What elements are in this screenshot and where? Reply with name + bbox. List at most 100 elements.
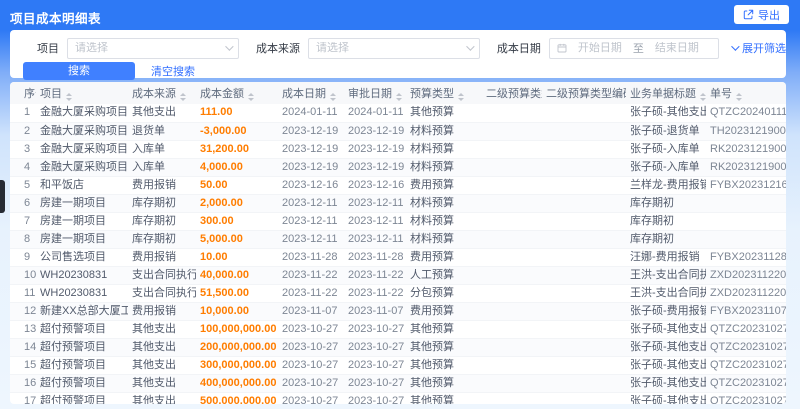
cell-index: 10 — [10, 265, 36, 284]
clear-search-link[interactable]: 清空搜索 — [151, 63, 195, 79]
cost-date-range-picker[interactable]: 至 — [548, 37, 719, 59]
table-row: 4 金融大厦采购项目 入库单 4,000.00 2023-12-19 2023-12-19… — [10, 157, 786, 176]
end-date-input[interactable] — [648, 42, 705, 54]
sort-icon[interactable] — [700, 93, 706, 101]
cell-doc-no: RK20231219003 — [706, 139, 786, 158]
chevron-down-icon — [731, 42, 740, 51]
cell-budget-type: 材料预算 — [406, 211, 482, 230]
sort-icon[interactable] — [248, 93, 254, 101]
sort-icon[interactable] — [458, 93, 464, 101]
column-label: 成本金额 — [200, 88, 244, 100]
column-label: 二级预算类型编码 — [546, 88, 626, 100]
cell-sub-budget-code — [542, 301, 626, 320]
cell-doc-no: FYBX20231128001 — [706, 247, 786, 266]
cell-budget-type: 费用预算 — [406, 301, 482, 320]
cell-project: WH20230831 — [36, 283, 128, 302]
cell-sub-budget-type — [482, 229, 542, 248]
cell-cost-date: 2023-10-27 — [278, 391, 344, 404]
cost-date-filter-label: 成本日期 — [496, 43, 541, 55]
cost-source-select[interactable] — [307, 37, 480, 59]
cell-doc-no — [706, 229, 786, 248]
cell-audit-date: 2023-10-27 — [344, 319, 406, 338]
cell-audit-date: 2023-10-27 — [344, 337, 406, 356]
cell-doc-title: 张子硕-其他支出 — [630, 106, 706, 119]
column-header-cost-amount[interactable]: 成本金额 — [196, 82, 278, 104]
cell-budget-type: 费用预算 — [406, 175, 482, 194]
cell-budget-type: 材料预算 — [406, 229, 482, 248]
column-header-audit-date[interactable]: 审批日期 — [344, 82, 406, 104]
sort-icon[interactable] — [180, 93, 186, 101]
cell-cost-source: 入库单 — [128, 139, 196, 158]
table-row: 15 超付预警项目 其他支出 300,000,000.00 2023-10-27 2023… — [10, 355, 786, 374]
cell-cost-amount: -3,000.00 — [196, 121, 278, 140]
column-header-sub-budget-type[interactable]: 二级预算类型 — [482, 82, 542, 104]
cell-cost-date: 2023-12-11 — [278, 193, 344, 212]
cell-project: 房建一期项目 — [36, 229, 128, 248]
column-header-project[interactable]: 项目 — [36, 82, 128, 104]
start-date-input[interactable] — [571, 42, 628, 54]
cell-sub-budget-type — [482, 211, 542, 230]
column-header-doc-no[interactable]: 单号 — [706, 82, 786, 104]
cell-sub-budget-type — [482, 337, 542, 356]
column-header-doc-title[interactable]: 业务单据标题 — [626, 82, 706, 104]
cell-cost-date: 2023-12-19 — [278, 157, 344, 176]
table-row: 9 公司售选项目 费用报销 10.00 2023-11-28 2023-11-28 费用预算… — [10, 247, 786, 266]
cell-cost-date: 2024-01-11 — [282, 106, 338, 119]
cell-cost-source: 支出合同执行 — [128, 283, 196, 302]
cell-sub-budget-type — [482, 319, 542, 338]
cell-doc-title: 张子硕-入库单 — [626, 157, 706, 176]
cost-source-select-input[interactable] — [315, 42, 446, 54]
sort-icon[interactable] — [736, 93, 742, 101]
cell-audit-date: 2023-11-28 — [344, 247, 406, 266]
cell-audit-date: 2023-12-16 — [344, 175, 406, 194]
column-label: 成本来源 — [132, 88, 176, 100]
cell-doc-title: 库存期初 — [626, 211, 706, 230]
cell-sub-budget-type — [482, 175, 542, 194]
cell-cost-amount: 5,000.00 — [196, 229, 278, 248]
sort-icon[interactable] — [396, 93, 402, 101]
cell-sub-budget-code — [542, 229, 626, 248]
sort-icon[interactable] — [66, 93, 72, 101]
project-select[interactable] — [67, 37, 239, 59]
cell-budget-type: 其他预算 — [406, 355, 482, 374]
cell-doc-no: QTZC20231027002 — [706, 319, 786, 338]
table-row: 2 金融大厦采购项目 退货单 -3,000.00 2023-12-19 2023-12-1… — [10, 121, 786, 140]
cell-doc-title: 王洪-支出合同执行 — [626, 265, 706, 284]
cell-project: 超付预警项目 — [36, 391, 128, 404]
column-label: 单号 — [710, 88, 732, 100]
cell-cost-date: 2023-11-28 — [278, 247, 344, 266]
cell-cost-amount: 10.00 — [196, 247, 278, 266]
cell-sub-budget-type — [482, 157, 542, 176]
export-icon — [743, 9, 754, 20]
cell-cost-amount: 40,000.00 — [196, 265, 278, 284]
table-row: 13 超付预警项目 其他支出 100,000,000.00 2023-10-27 2023… — [10, 319, 786, 338]
cell-budget-type: 其他预算 — [406, 391, 482, 404]
table-row: 6 房建一期项目 库存期初 2,000.00 2023-12-11 2023-12-11 材… — [10, 193, 786, 212]
column-header-budget-type[interactable]: 预算类型 — [406, 82, 482, 104]
project-select-input[interactable] — [75, 42, 205, 54]
cell-doc-no: ZXD20231122001 — [706, 283, 786, 302]
cell-cost-source: 库存期初 — [128, 193, 196, 212]
cell-cost-source: 其他支出 — [132, 106, 176, 119]
cell-doc-title: 张子硕-其他支出 — [626, 373, 706, 392]
expand-filters-link[interactable]: 展开筛选 — [731, 40, 786, 56]
cell-cost-source: 支出合同执行 — [128, 265, 196, 284]
cell-sub-budget-code — [542, 139, 626, 158]
column-header-cost-date[interactable]: 成本日期 — [278, 82, 344, 104]
cell-doc-title: 张子硕-其他支出 — [626, 355, 706, 374]
cell-doc-no: FYBX20231107001 — [706, 301, 786, 320]
cell-sub-budget-code — [542, 157, 626, 176]
cell-doc-no: RK20231219002 — [706, 157, 786, 176]
cell-doc-title: 汪娜-费用报销 — [626, 247, 706, 266]
cell-cost-amount: 10,000.00 — [196, 301, 278, 320]
drawer-handle-button[interactable] — [0, 180, 5, 213]
column-header-cost-source[interactable]: 成本来源 — [128, 82, 196, 104]
sort-icon[interactable] — [330, 93, 336, 101]
export-button[interactable]: 导出 — [734, 5, 789, 24]
column-label: 项目 — [40, 88, 62, 100]
column-header-sub-budget-code[interactable]: 二级预算类型编码 — [542, 82, 626, 104]
cell-project: 超付预警项目 — [36, 355, 128, 374]
search-button[interactable]: 搜索 — [23, 62, 135, 80]
table-row: 5 和平饭店 费用报销 50.00 2023-12-16 2023-12-16 费用预算 兰样… — [10, 175, 786, 194]
cell-index: 11 — [10, 283, 36, 302]
